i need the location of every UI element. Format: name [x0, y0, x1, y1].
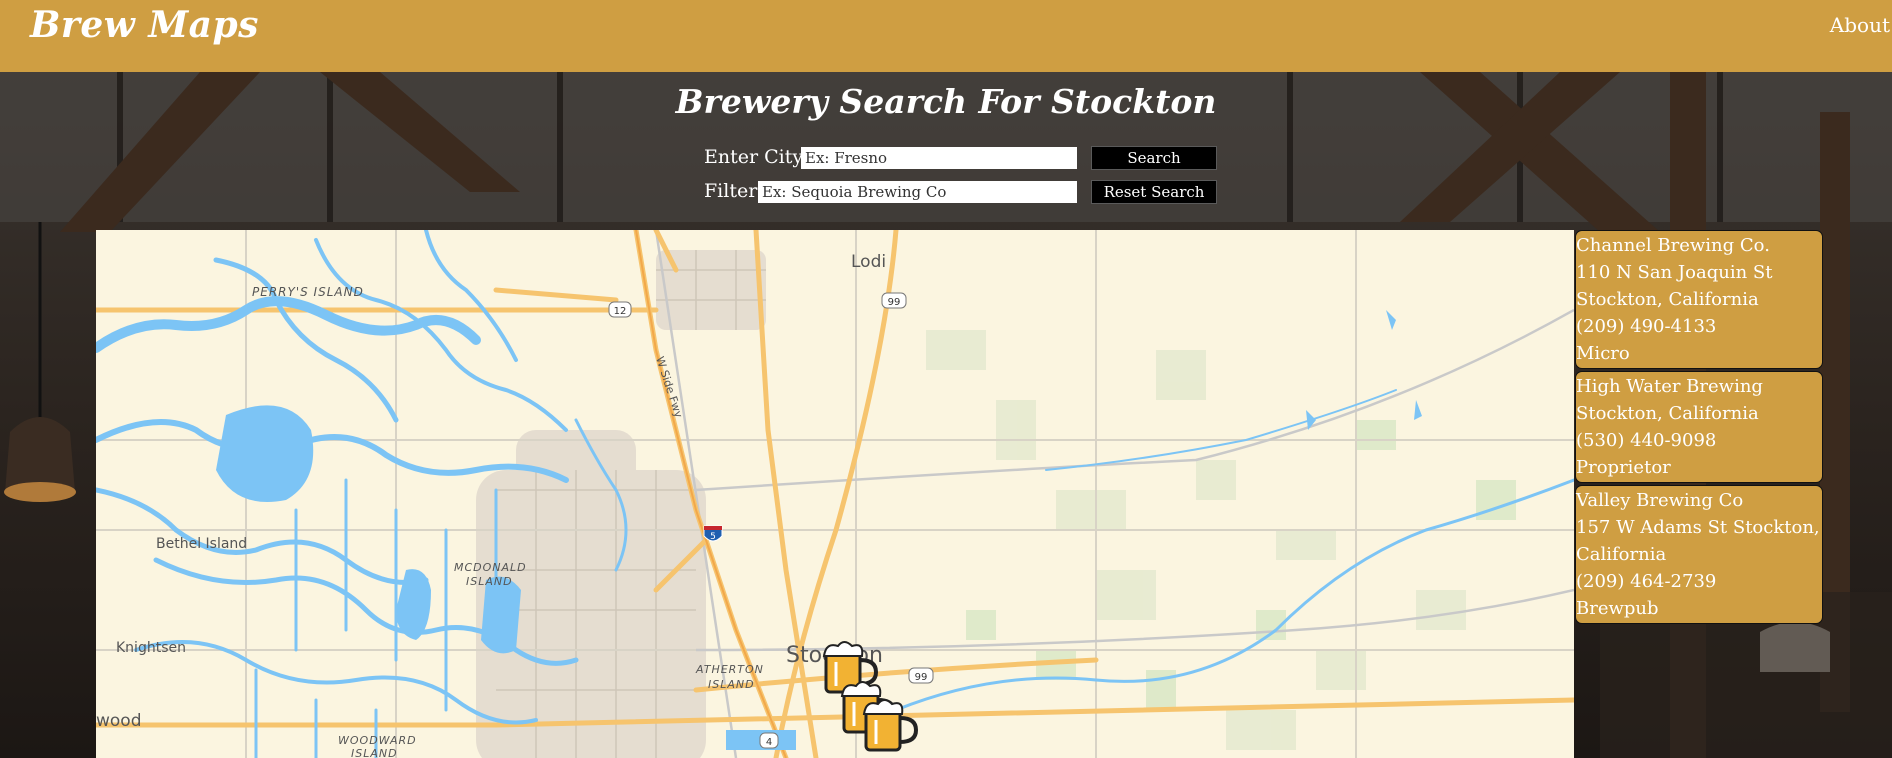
brewery-card[interactable]: High Water Brewing Stockton, California …	[1575, 371, 1823, 483]
brewery-name: Channel Brewing Co.	[1576, 235, 1770, 256]
map-label-woodward-island: ISLAND	[351, 747, 398, 758]
map-label-lodi: Lodi	[851, 252, 886, 272]
brewery-name: Valley Brewing Co	[1576, 490, 1744, 511]
brewery-phone: (209) 464-2739	[1576, 571, 1717, 592]
brewery-phone: (530) 440-9098	[1576, 430, 1717, 451]
brewery-card[interactable]: Valley Brewing Co 157 W Adams St Stockto…	[1575, 485, 1823, 624]
brewery-type: Proprietor	[1576, 457, 1671, 478]
route-4-shield: 4	[759, 732, 779, 749]
map-label-atherton-island: ISLAND	[708, 678, 755, 691]
route-12-shield: 12	[608, 301, 632, 318]
brewery-type: Brewpub	[1576, 598, 1659, 619]
filter-label: Filter:	[704, 180, 764, 202]
brewery-address-line: 157 W Adams St Stockton, California	[1576, 517, 1820, 565]
route-99-shield-south: 99	[908, 667, 934, 684]
city-label: Enter City:	[704, 146, 810, 168]
filter-input[interactable]	[758, 181, 1077, 203]
map-label-wood: wood	[96, 711, 142, 731]
svg-text:4: 4	[766, 737, 772, 748]
svg-text:5: 5	[710, 532, 716, 542]
brewery-address-line: 110 N San Joaquin St	[1576, 262, 1773, 283]
map-label-bethel-island: Bethel Island	[156, 536, 247, 552]
map-label-woodward: WOODWARD	[338, 734, 417, 747]
map-canvas[interactable]: PERRY'S ISLAND Lodi Bethel Island MCDONA…	[96, 230, 1574, 758]
about-link[interactable]: About	[1830, 13, 1890, 37]
brand-logo[interactable]: Brew Maps	[30, 4, 259, 46]
brewery-results-list: Channel Brewing Co. 110 N San Joaquin St…	[1575, 230, 1823, 626]
page-title: Brewery Search For Stockton	[675, 82, 1217, 121]
map-label-atherton: ATHERTON	[695, 663, 764, 676]
brewery-address-line: Stockton, California	[1576, 289, 1759, 310]
city-input[interactable]	[801, 147, 1077, 169]
reset-search-button[interactable]: Reset Search	[1091, 180, 1217, 204]
brewery-address-line: Stockton, California	[1576, 403, 1759, 424]
map-label-knightsen: Knightsen	[116, 640, 186, 656]
brewery-name: High Water Brewing	[1576, 376, 1763, 397]
beer-mug-icon[interactable]	[862, 699, 919, 752]
svg-text:99: 99	[915, 672, 928, 683]
map-label-mcdonald-island: ISLAND	[466, 575, 513, 588]
search-button[interactable]: Search	[1091, 146, 1217, 170]
top-nav-bar: Brew Maps About	[0, 0, 1892, 72]
map-label-mcdonald: MCDONALD	[454, 561, 527, 574]
brewery-type: Micro	[1576, 343, 1630, 364]
brewery-phone: (209) 490-4133	[1576, 316, 1717, 337]
svg-text:12: 12	[614, 306, 627, 317]
route-99-shield-north: 99	[881, 292, 907, 309]
map-view[interactable]: PERRY'S ISLAND Lodi Bethel Island MCDONA…	[96, 230, 1574, 758]
brewery-card[interactable]: Channel Brewing Co. 110 N San Joaquin St…	[1575, 230, 1823, 369]
map-label-perrys-island: PERRY'S ISLAND	[252, 285, 364, 299]
svg-text:99: 99	[888, 297, 901, 308]
